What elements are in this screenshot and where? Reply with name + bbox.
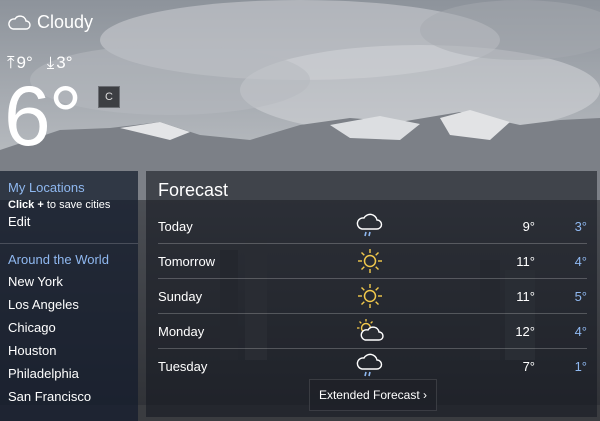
forecast-day: Tomorrow — [158, 253, 216, 269]
forecast-low: 3° — [574, 218, 587, 234]
current-condition: Cloudy — [7, 12, 93, 33]
rain-cloud-icon — [356, 213, 383, 237]
city-link[interactable]: Chicago — [0, 316, 138, 339]
condition-label: Cloudy — [37, 12, 94, 32]
forecast-panel: Forecast Today 9° 3° Tomorrow 11° 4° Sun… — [146, 171, 597, 417]
forecast-low: 5° — [574, 288, 587, 304]
forecast-high: 12° — [515, 323, 535, 339]
forecast-row: Sunday 11° 5° — [158, 279, 587, 314]
forecast-day: Monday — [158, 323, 205, 339]
cloud-icon — [8, 14, 31, 30]
forecast-low: 4° — [574, 253, 587, 269]
city-link[interactable]: San Francisco — [0, 385, 138, 408]
forecast-low: 1° — [574, 358, 587, 374]
city-link[interactable]: New York — [0, 270, 138, 293]
forecast-title: Forecast — [158, 180, 229, 200]
forecast-high: 7° — [522, 358, 535, 374]
forecast-row: Monday 12° 4° — [158, 314, 587, 349]
unit-toggle-button[interactable]: C — [98, 86, 120, 108]
forecast-row: Today 9° 3° — [158, 209, 587, 244]
forecast-low: 4° — [574, 323, 587, 339]
city-link[interactable]: Philadelphia — [0, 362, 138, 385]
sun-icon — [358, 284, 382, 308]
sidebar-divider — [0, 243, 138, 244]
forecast-high: 11° — [516, 288, 535, 304]
rain-cloud-icon — [356, 353, 383, 377]
city-link[interactable]: Los Angeles — [0, 293, 138, 316]
forecast-day: Today — [158, 218, 193, 234]
forecast-high: 9° — [522, 218, 535, 234]
current-temperature: 6° — [4, 69, 82, 163]
forecast-row: Tomorrow 11° 4° — [158, 244, 587, 279]
my-locations-link[interactable]: My Locations — [0, 180, 138, 195]
around-world-heading: Around the World — [8, 252, 109, 267]
sidebar: My Locations Click + to save cities Edit… — [0, 171, 138, 421]
edit-link[interactable]: Edit — [0, 211, 138, 233]
sun-icon — [358, 249, 382, 273]
city-link[interactable]: Houston — [0, 339, 138, 362]
partly-cloudy-icon — [357, 319, 384, 341]
save-cities-hint: Click + to save cities — [8, 199, 111, 211]
forecast-row: Tuesday 7° 1° — [158, 349, 587, 383]
forecast-high: 11° — [516, 253, 535, 269]
forecast-day: Tuesday — [158, 358, 208, 374]
forecast-day: Sunday — [158, 288, 203, 304]
forecast-list: Today 9° 3° Tomorrow 11° 4° Sunday 11° 5… — [158, 209, 587, 383]
extended-forecast-button[interactable]: Extended Forecast › — [309, 379, 437, 411]
